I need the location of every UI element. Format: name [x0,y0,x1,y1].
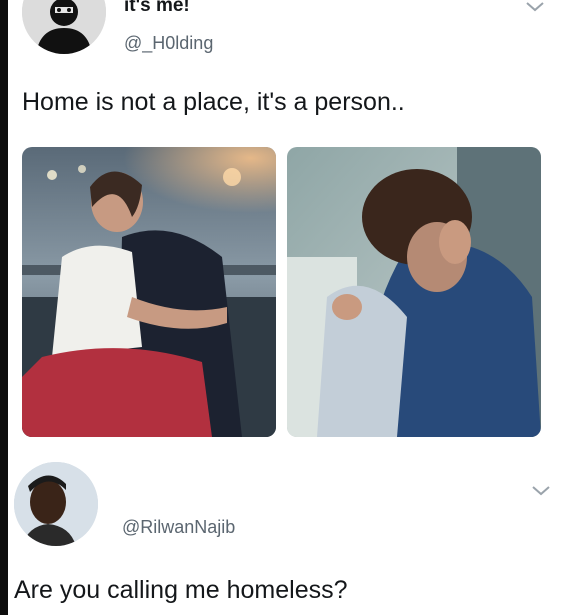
tweet-text: Home is not a place, it's a person.. [22,88,405,116]
photo-left-image [22,147,276,437]
chevron-down-icon[interactable] [530,484,552,498]
couple-embrace-photo[interactable] [287,147,541,437]
avatar[interactable] [22,0,106,54]
user-handle[interactable]: @RilwanNajib [122,517,235,538]
tweet-text: Are you calling me homeless? [14,576,348,604]
user-handle[interactable]: @_H0lding [124,33,213,54]
couple-hug-on-train-photo[interactable] [22,147,276,437]
masked-figure-avatar-icon [22,0,106,54]
left-edge-bar [0,0,8,615]
profile-photo-avatar-icon [14,462,98,546]
chevron-down-icon[interactable] [524,0,546,14]
avatar[interactable] [14,462,98,546]
photo-right-image [287,147,541,437]
display-name[interactable]: it's me! [124,0,190,17]
